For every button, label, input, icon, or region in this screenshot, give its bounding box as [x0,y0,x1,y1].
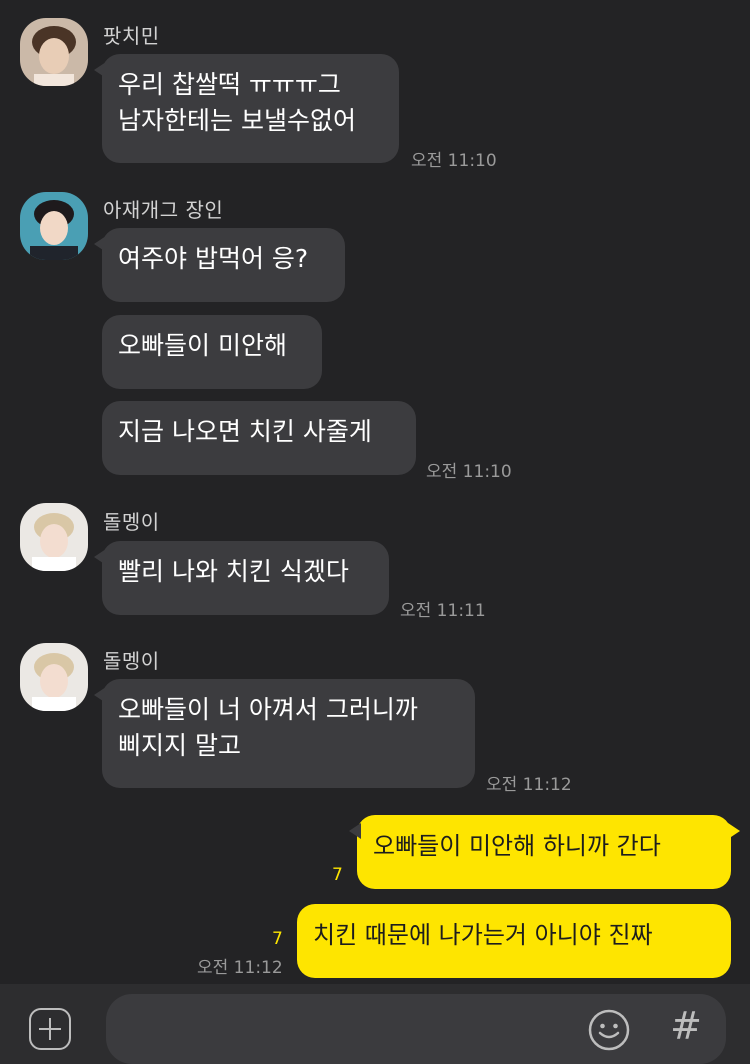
sender-name: 팟치민 [103,24,160,48]
profile-photo-2 [20,192,88,260]
smiley-icon[interactable] [587,1008,631,1052]
message-input[interactable] [106,994,726,1064]
unread-count: 7 [332,865,343,885]
profile-photo-1 [20,18,88,86]
unread-count: 7 [272,929,283,949]
plus-icon[interactable] [29,1008,71,1050]
message-line: 오빠들이 너 아껴서 그러니까 [118,695,418,724]
profile-photo-3 [20,503,88,571]
message-bubble[interactable]: 오빠들이 미안해 [102,315,322,389]
message-line: 우리 찹쌀떡 ㅠㅠㅠ그 [118,70,341,99]
message-line: 삐지지 말고 [118,731,241,760]
my-message-bubble[interactable]: 치킨 때문에 나가는거 아니야 진짜 [297,904,731,978]
my-message-bubble[interactable]: 오빠들이 미안해 하니까 간다 [349,815,740,889]
message-bubble[interactable]: 오빠들이 너 아껴서 그러니까 삐지지 말고 [94,679,475,788]
avatar-dolmengi[interactable] [20,643,88,711]
message-bubble[interactable]: 빨리 나와 치킨 식겠다 [94,541,389,615]
hashtag-icon[interactable]: # [666,1006,706,1046]
sender-name: 돌멩이 [103,649,160,673]
message-bubble[interactable]: 지금 나오면 치킨 사줄게 [102,401,416,475]
message-time: 오전 11:12 [197,958,283,978]
avatar-patchimin[interactable] [20,18,88,86]
message-time: 오전 11:12 [486,775,572,795]
message-bubble[interactable]: 우리 찹쌀떡 ㅠㅠㅠ그 남자한테는 보낼수없어 [94,54,399,163]
sender-name: 아재개그 장인 [103,198,224,222]
avatar-dolmengi[interactable] [20,503,88,571]
message-line: 남자한테는 보낼수없어 [118,106,356,135]
message-time: 오전 11:10 [426,462,512,482]
avatar-ajaegag[interactable] [20,192,88,260]
message-time: 오전 11:11 [400,601,486,621]
profile-photo-4 [20,643,88,711]
sender-name: 돌멩이 [103,510,160,534]
message-bubble[interactable]: 여주야 밥먹어 응? [94,228,345,302]
message-time: 오전 11:10 [411,151,497,171]
